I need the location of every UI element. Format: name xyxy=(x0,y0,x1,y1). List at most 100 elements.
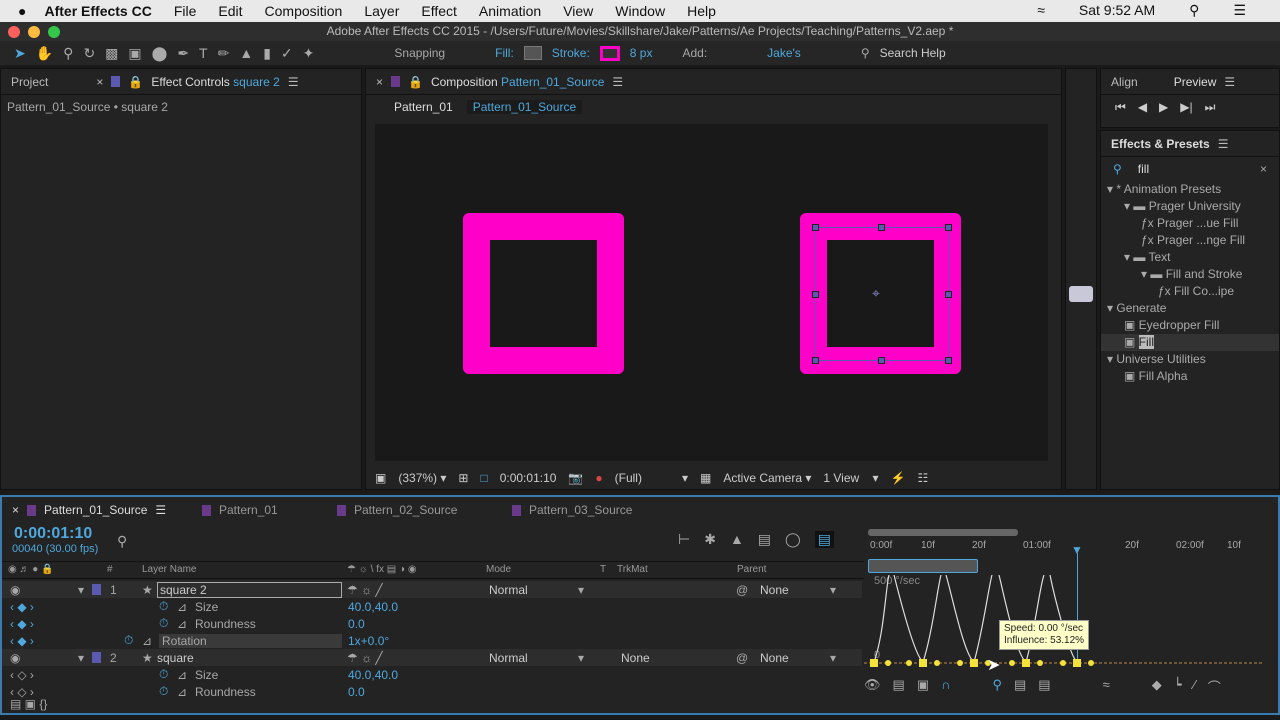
app-menu[interactable]: After Effects CC xyxy=(44,3,151,19)
shy-layers-icon[interactable]: ▲ xyxy=(730,531,744,548)
twirl-down-icon[interactable]: ▾ xyxy=(78,583,84,597)
transform-handle[interactable] xyxy=(812,224,819,231)
property-value[interactable]: 0.0 xyxy=(348,685,365,699)
timeline-tab-pattern-02-source[interactable]: Pattern_02_Source xyxy=(337,503,457,517)
bezier-handle[interactable] xyxy=(1060,660,1066,666)
zoom-tool-icon[interactable]: ⚲ xyxy=(63,45,73,62)
effects-tree-item[interactable]: ƒx Prager ...nge Fill xyxy=(1101,232,1279,249)
panel-menu-icon[interactable]: ☰ xyxy=(288,75,299,89)
menu-help[interactable]: Help xyxy=(687,3,716,19)
effects-tree-item[interactable]: ▾ Universe Utilities xyxy=(1101,351,1279,368)
separate-dimensions-icon[interactable]: ≈ xyxy=(1103,677,1110,696)
auto-zoom-height-icon[interactable]: ⚲ xyxy=(992,677,1002,696)
auto-bezier-icon[interactable]: ⌒ xyxy=(1208,677,1221,696)
panel-menu-icon[interactable]: ☰ xyxy=(1224,75,1235,89)
layer-row[interactable]: ◉ ▾ 1 ★ square 2 ☂ ☼ ╱ Normal ▾ @ None ▾ xyxy=(2,581,862,598)
clock[interactable]: Sat 9:52 AM xyxy=(1079,2,1155,19)
property-value[interactable]: 40.0,40.0 xyxy=(348,600,398,614)
close-tab-icon[interactable]: × xyxy=(12,503,19,517)
comp-flowchart-icon[interactable]: ⊢ xyxy=(678,531,690,548)
graph-type-icon[interactable]: ▤ xyxy=(893,677,905,696)
effects-tree-item[interactable]: ƒx Fill Co...ipe xyxy=(1101,283,1279,300)
property-row[interactable]: ‹ ◇ › ⏱ ⊿ Size 40.0,40.0 xyxy=(2,666,862,683)
panel-menu-icon[interactable]: ☰ xyxy=(612,75,623,89)
tab-preview[interactable]: Preview xyxy=(1174,75,1217,89)
channel-icon[interactable]: ● xyxy=(595,471,602,485)
resolution-select[interactable]: (Full) ▾ xyxy=(615,471,688,485)
stopwatch-icon[interactable]: ⏱ xyxy=(159,684,168,699)
bezier-handle[interactable] xyxy=(957,660,963,666)
folder-icon[interactable]: ▾ ▬ xyxy=(1124,250,1148,264)
keyframe-navigator-icon[interactable]: ‹ ◆ › xyxy=(10,634,34,648)
stopwatch-icon[interactable]: ⏱ xyxy=(159,616,168,631)
effects-tree-item[interactable]: ▾ ▬ Fill and Stroke xyxy=(1101,266,1279,283)
graph-toggle-icon[interactable]: ⊿ xyxy=(177,617,187,631)
frame-blending-icon[interactable]: ▤ xyxy=(758,531,771,548)
view-layout-select[interactable]: 1 View ▾ xyxy=(823,471,878,485)
menu-animation[interactable]: Animation xyxy=(479,3,541,19)
previous-frame-icon[interactable]: ◀ xyxy=(1138,100,1147,115)
snapshot-icon[interactable]: 📷 xyxy=(568,471,583,485)
property-value[interactable]: 40.0,40.0 xyxy=(348,668,398,682)
disclosure-triangle-icon[interactable]: ▾ xyxy=(1107,352,1116,366)
effects-search-input[interactable]: fill xyxy=(1138,162,1244,176)
label-color[interactable] xyxy=(92,652,101,663)
always-preview-icon[interactable]: ▣ xyxy=(375,471,386,485)
stopwatch-icon[interactable]: ⏱ xyxy=(159,667,168,682)
effects-tree-item[interactable]: ▣ Fill xyxy=(1101,334,1279,351)
transform-handle[interactable] xyxy=(812,357,819,364)
panel-menu-icon[interactable]: ☰ xyxy=(155,503,166,517)
close-tab-icon[interactable]: × xyxy=(376,75,383,89)
camera-tool-icon[interactable]: ▩ xyxy=(105,45,118,62)
brush-tool-icon[interactable]: ✏ xyxy=(218,45,230,62)
mode-select[interactable]: Normal xyxy=(489,651,528,665)
menu-edit[interactable]: Edit xyxy=(218,3,242,19)
transform-handle[interactable] xyxy=(878,224,885,231)
transform-handle[interactable] xyxy=(812,291,819,298)
close-window-button[interactable] xyxy=(8,26,20,38)
type-tool-icon[interactable]: T xyxy=(199,45,208,61)
tab-effect-controls[interactable]: Effect Controls square 2 xyxy=(151,75,280,89)
effects-tree-item[interactable]: ▣ Eyedropper Fill xyxy=(1101,317,1279,334)
tab-effects-presets[interactable]: Effects & Presets xyxy=(1111,137,1210,151)
graph-toggle-icon[interactable]: ⊿ xyxy=(177,600,187,614)
layer-switches-icon[interactable]: ☂ ☼ ╱ xyxy=(347,583,383,597)
property-row[interactable]: ‹ ◇ › ⏱ ⊿ Roundness 0.0 xyxy=(2,683,862,700)
effects-tree-item[interactable]: ▾ * Animation Presets xyxy=(1101,181,1279,198)
zoom-select[interactable]: (337%) ▾ xyxy=(398,471,446,485)
graph-toggle-icon[interactable]: ⊿ xyxy=(177,685,187,699)
anchor-point-icon[interactable]: ⌖ xyxy=(872,285,880,302)
menu-effect[interactable]: Effect xyxy=(421,3,457,19)
menu-layer[interactable]: Layer xyxy=(364,3,399,19)
tab-project[interactable]: Project xyxy=(11,75,48,89)
linear-keyframe-icon[interactable]: ∕ xyxy=(1194,677,1196,696)
work-area-navigator[interactable] xyxy=(868,529,1018,536)
spotlight-icon[interactable]: ⚲ xyxy=(1189,2,1199,19)
panel-menu-icon[interactable]: ☰ xyxy=(1218,137,1229,151)
nav-pattern-01[interactable]: Pattern_01 xyxy=(394,100,453,114)
chevron-down-icon[interactable]: ▾ xyxy=(830,583,836,597)
zoom-window-button[interactable] xyxy=(48,26,60,38)
fit-all-icon[interactable]: ▤ xyxy=(1038,677,1050,696)
lock-icon[interactable]: 🔒 xyxy=(408,75,423,89)
property-value[interactable]: 0.0 xyxy=(348,617,365,631)
fill-label[interactable]: Fill: xyxy=(495,46,514,60)
graph-editor[interactable]: 0:00f 10f 20f 01:00f 20f 02:00f 10f ▼ 500 °/se… xyxy=(864,525,1264,711)
effects-tree-item[interactable]: ▾ ▬ Text xyxy=(1101,249,1279,266)
effects-tree-item[interactable]: ƒx Prager ...ue Fill xyxy=(1101,215,1279,232)
menu-view[interactable]: View xyxy=(563,3,593,19)
stroke-width[interactable]: 8 px xyxy=(630,46,653,60)
keyframe[interactable] xyxy=(870,659,878,667)
tab-align[interactable]: Align xyxy=(1111,75,1138,89)
layer-name[interactable]: square xyxy=(157,651,194,665)
column-layer-name[interactable]: Layer Name xyxy=(142,564,196,575)
timeline-search-icon[interactable]: ⚲ xyxy=(117,533,127,550)
current-time[interactable]: 0:00:01:10 xyxy=(500,471,557,485)
edit-keyframe-icon[interactable]: ◆ xyxy=(1152,677,1162,696)
transform-handle[interactable] xyxy=(878,357,885,364)
minimize-window-button[interactable] xyxy=(28,26,40,38)
mask-visibility-icon[interactable]: □ xyxy=(480,471,487,485)
mode-select[interactable]: Normal xyxy=(489,583,528,597)
fill-swatch[interactable] xyxy=(523,46,542,60)
pick-whip-icon[interactable]: @ xyxy=(736,651,748,665)
